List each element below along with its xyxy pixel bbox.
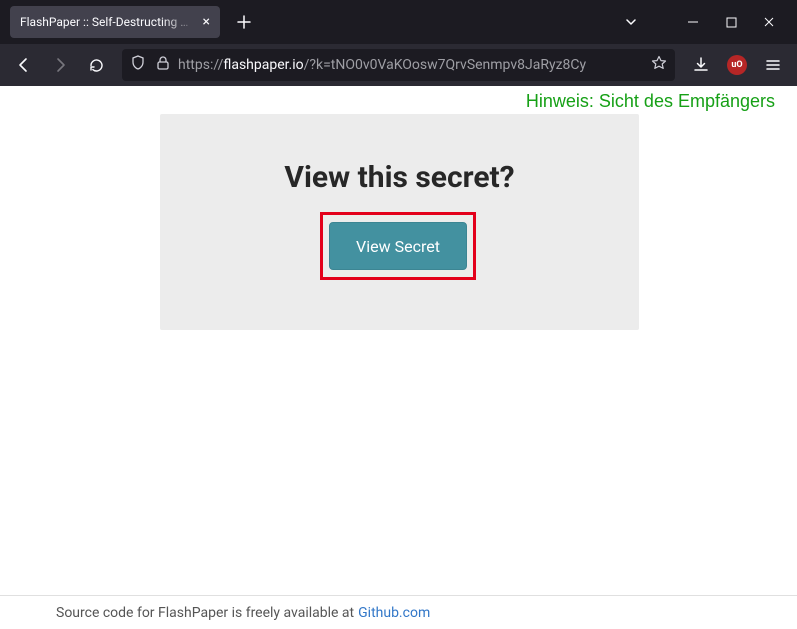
close-tab-icon[interactable]: × — [203, 15, 210, 29]
footer-text: Source code for FlashPaper is freely ava… — [56, 605, 354, 621]
page-footer: Source code for FlashPaper is freely ava… — [0, 595, 797, 629]
url-bar[interactable]: https://flashpaper.io/?k=tNO0v0VaKOosw7Q… — [122, 49, 675, 81]
window-maximize-button[interactable] — [723, 14, 739, 30]
tab-title: FlashPaper :: Self-Destructing Message — [20, 15, 197, 29]
shield-icon[interactable] — [130, 55, 146, 75]
highlight-box: View Secret — [320, 212, 476, 280]
lock-icon[interactable] — [156, 55, 170, 75]
browser-tab[interactable]: FlashPaper :: Self-Destructing Message × — [10, 6, 220, 38]
downloads-button[interactable] — [685, 49, 717, 81]
new-tab-button[interactable] — [230, 8, 258, 36]
url-text: https://flashpaper.io/?k=tNO0v0VaKOosw7Q… — [178, 57, 643, 73]
back-button[interactable] — [8, 49, 40, 81]
card-heading: View this secret? — [160, 160, 639, 195]
hamburger-menu-button[interactable] — [757, 49, 789, 81]
forward-button[interactable] — [44, 49, 76, 81]
secret-card: View this secret? View Secret — [160, 114, 639, 330]
window-minimize-button[interactable] — [685, 14, 701, 30]
view-secret-button[interactable]: View Secret — [329, 222, 467, 270]
github-link[interactable]: Github.com — [358, 605, 430, 621]
annotation-text: Hinweis: Sicht des Empfängers — [526, 91, 775, 112]
page-viewport: Hinweis: Sicht des Empfängers View this … — [0, 86, 797, 629]
browser-toolbar: https://flashpaper.io/?k=tNO0v0VaKOosw7Q… — [0, 44, 797, 86]
reload-button[interactable] — [80, 49, 112, 81]
window-titlebar: FlashPaper :: Self-Destructing Message × — [0, 0, 797, 44]
bookmark-star-icon[interactable] — [651, 55, 667, 75]
ublock-extension-icon[interactable]: uO — [721, 49, 753, 81]
tabs-dropdown-icon[interactable] — [617, 8, 645, 36]
window-close-button[interactable] — [761, 14, 777, 30]
